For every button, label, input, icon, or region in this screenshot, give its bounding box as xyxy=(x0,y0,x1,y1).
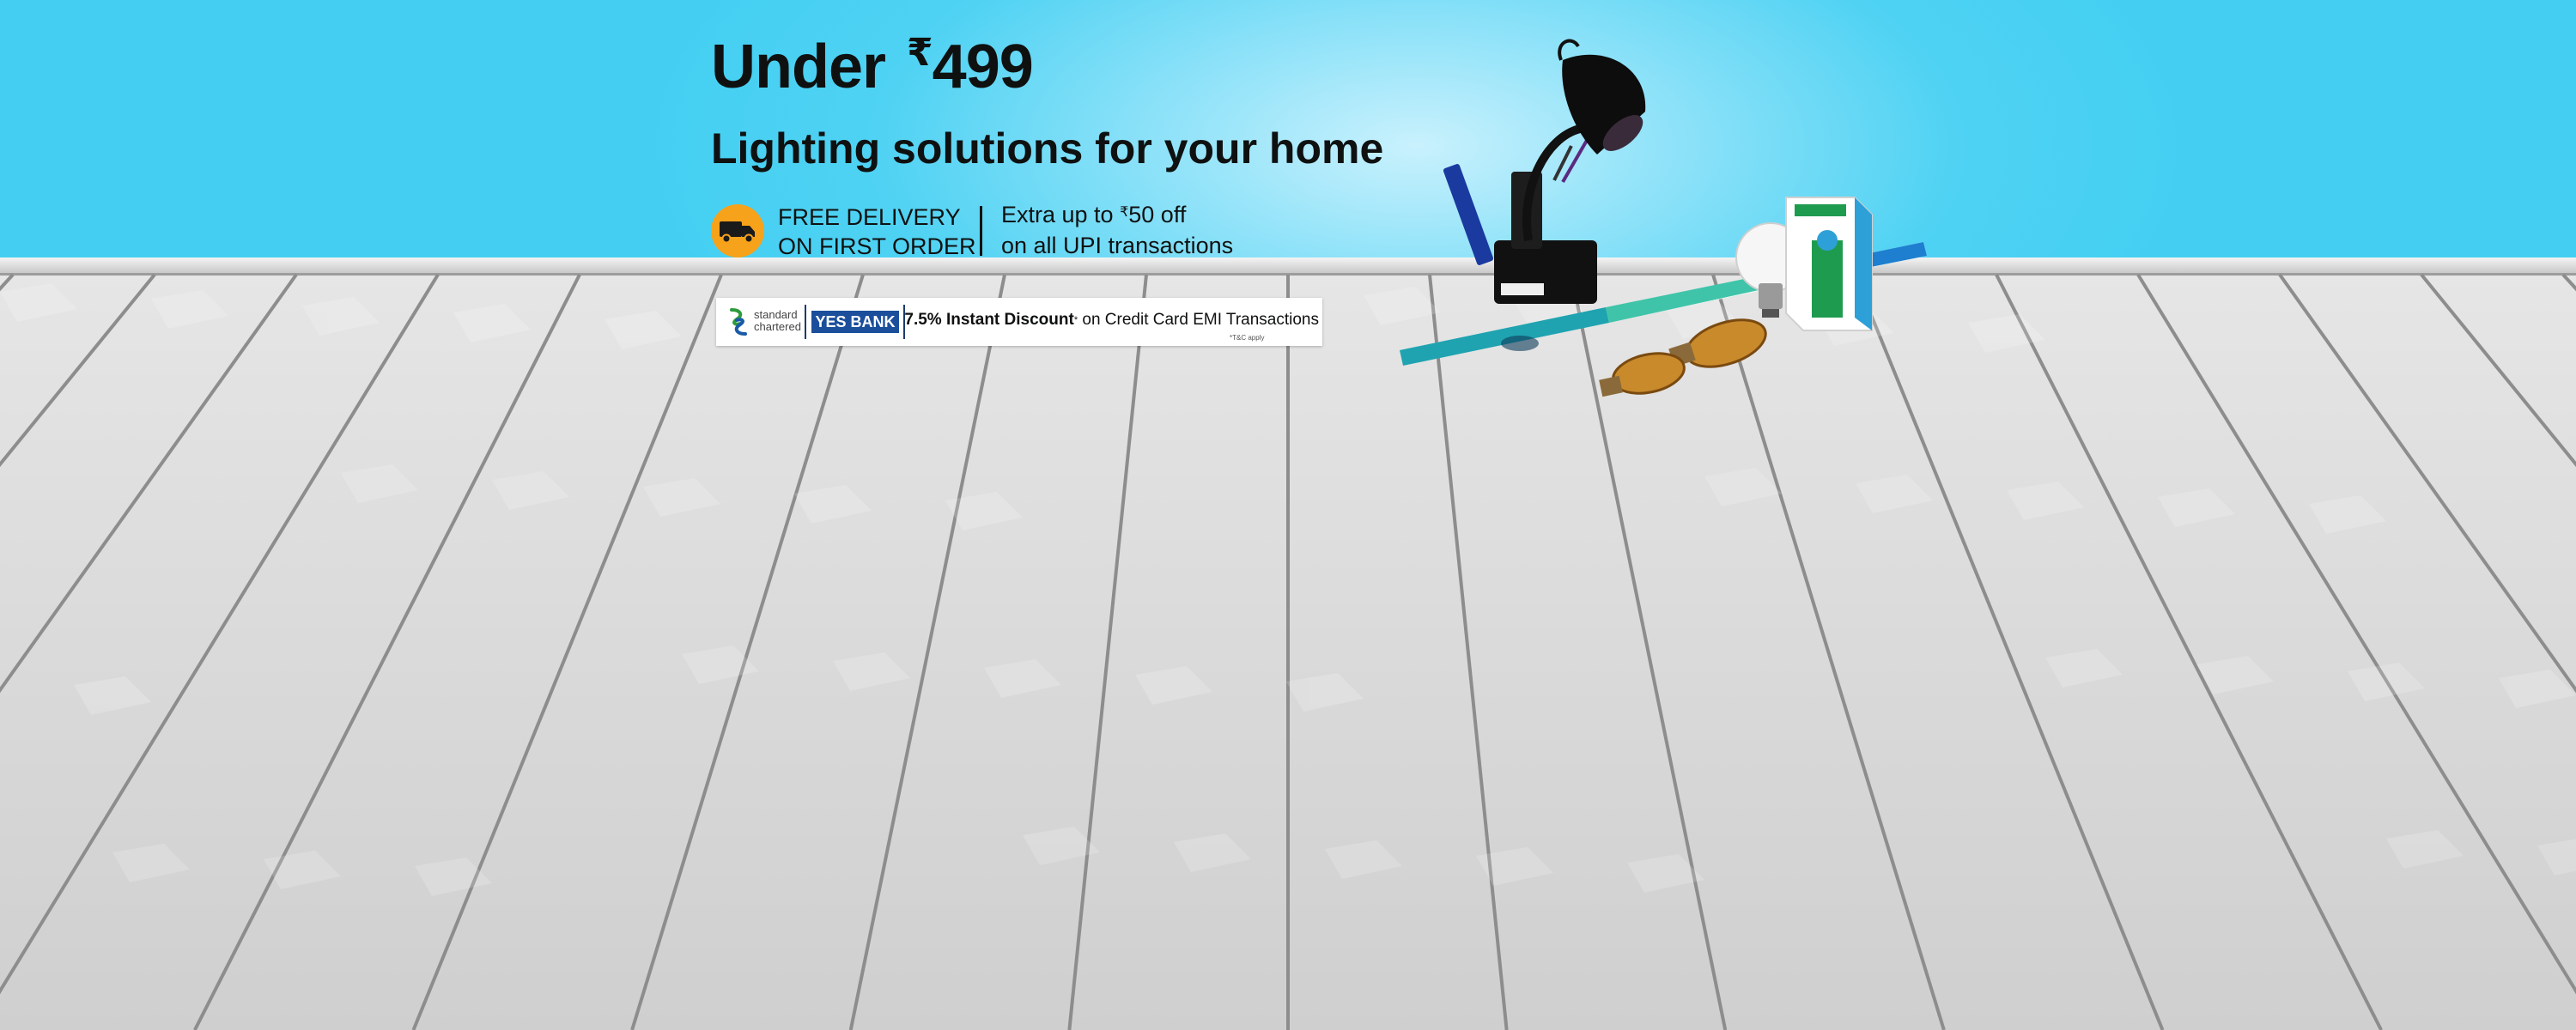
strip-divider xyxy=(805,305,806,339)
free-delivery-line2: ON FIRST ORDER xyxy=(778,233,976,259)
upi-offer-line1: Extra up to ₹50 off xyxy=(1001,199,1233,230)
sc-text-line2: chartered xyxy=(754,320,801,333)
bank-offer-strip[interactable]: standard chartered YES BANK 7.5% Instant… xyxy=(716,298,1322,346)
upi-offer-prefix: Extra up to xyxy=(1001,202,1121,227)
tnc-note: *T&C apply xyxy=(1230,334,1265,342)
discount-asterisk: * xyxy=(1073,315,1078,325)
sc-text-line1: standard xyxy=(754,308,798,321)
discount-label: Instant Discount xyxy=(945,311,1074,329)
desk-lamp xyxy=(1443,39,1646,304)
syska-led-box xyxy=(1785,197,1873,331)
offer-divider xyxy=(980,206,982,256)
free-delivery-text: FREE DELIVERY ON FIRST ORDER xyxy=(778,203,976,261)
delivery-truck-icon xyxy=(711,204,764,258)
headline-price: 499 xyxy=(932,33,1034,101)
headline-prefix: Under xyxy=(711,33,886,101)
upi-offer-amount: 50 off xyxy=(1128,202,1187,227)
filament-bulb xyxy=(1599,318,1767,397)
lighting-banner[interactable]: Under ₹499 Lighting solutions for your h… xyxy=(0,0,2576,1030)
headline: Under ₹499 xyxy=(711,33,1034,101)
discount-rest: on Credit Card EMI Transactions xyxy=(1082,311,1319,329)
yes-bank-logo: YES BANK xyxy=(811,311,899,333)
standard-chartered-logo-text: standard chartered xyxy=(754,309,801,333)
bank-offer-text: 7.5% Instant Discount* on Credit Card EM… xyxy=(903,310,1319,330)
product-collage xyxy=(1400,39,1927,397)
upi-rupee-symbol: ₹ xyxy=(1120,205,1129,220)
discount-value: 7.5% xyxy=(904,311,942,329)
standard-chartered-logo-icon xyxy=(730,308,747,336)
upi-offer-line2: on all UPI transactions xyxy=(1001,233,1234,258)
upi-offer-text: Extra up to ₹50 off on all UPI transacti… xyxy=(1001,199,1233,261)
rupee-symbol: ₹ xyxy=(907,32,933,74)
subheadline: Lighting solutions for your home xyxy=(711,124,1384,173)
free-delivery-line1: FREE DELIVERY xyxy=(778,204,961,230)
